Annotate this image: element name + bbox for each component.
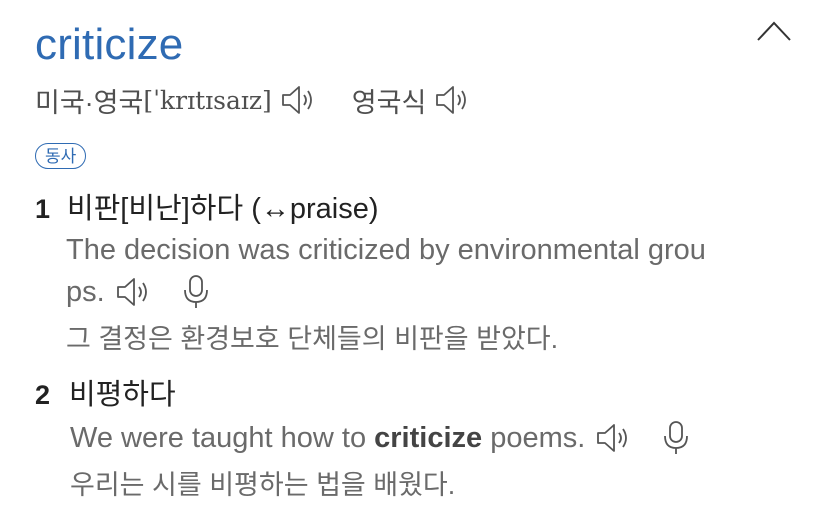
- sense-number: 1: [35, 194, 51, 224]
- sense-1-example-en-line2-row: ps.: [66, 272, 211, 312]
- pronunciation-row: 미국·영국 [ˈkrɪtɪsaɪz] 영국식: [35, 80, 472, 120]
- play-example-2-button[interactable]: [595, 421, 633, 455]
- sense-definition: 비판[비난]하다 (↔praise): [66, 193, 379, 225]
- record-example-1-button[interactable]: [181, 274, 211, 310]
- sense-1-example-en-line1: The decision was criticized by environme…: [66, 234, 706, 266]
- part-of-speech-badge: 동사: [35, 143, 87, 169]
- sense-1-header: 1 비판[비난]하다 (↔praise): [35, 190, 379, 233]
- sense-2-example-en-keyword: criticize: [374, 421, 483, 454]
- speaker-icon: [436, 86, 467, 114]
- sense-2-header: 2 비평하다: [35, 376, 176, 419]
- pronunciation-uk-label: 영국식: [351, 87, 427, 118]
- sense-definition: 비평하다: [68, 379, 176, 411]
- speaker-icon: [597, 424, 628, 452]
- sense-2-example-en-after: poems.: [490, 421, 586, 454]
- headword: criticize: [35, 20, 184, 69]
- sense-2-example-en-row: We were taught how to criticize poems.: [70, 418, 691, 458]
- pronunciation-region-label: 미국·영국: [35, 87, 144, 118]
- microphone-icon: [183, 275, 208, 308]
- collapse-button[interactable]: [756, 19, 792, 43]
- sense-number: 2: [35, 380, 51, 410]
- chevron-up-icon: [757, 21, 791, 41]
- speaker-icon: [281, 86, 312, 114]
- play-example-1-button[interactable]: [115, 275, 153, 309]
- speaker-icon: [116, 278, 147, 306]
- sense-2-example-en-before: We were taught how to: [70, 421, 367, 454]
- microphone-icon: [664, 421, 689, 454]
- play-pronunciation-us-button[interactable]: [280, 83, 318, 117]
- record-example-2-button[interactable]: [661, 420, 691, 456]
- sense-2-example-ko: 우리는 시를 비평하는 법을 배웠다.: [70, 470, 456, 500]
- sense-1-example-en-line2: ps.: [66, 275, 105, 308]
- sense-1-example-ko: 그 결정은 환경보호 단체들의 비판을 받았다.: [66, 324, 559, 354]
- play-pronunciation-uk-button[interactable]: [434, 83, 472, 117]
- pronunciation-ipa: [ˈkrɪtɪsaɪz]: [143, 85, 272, 115]
